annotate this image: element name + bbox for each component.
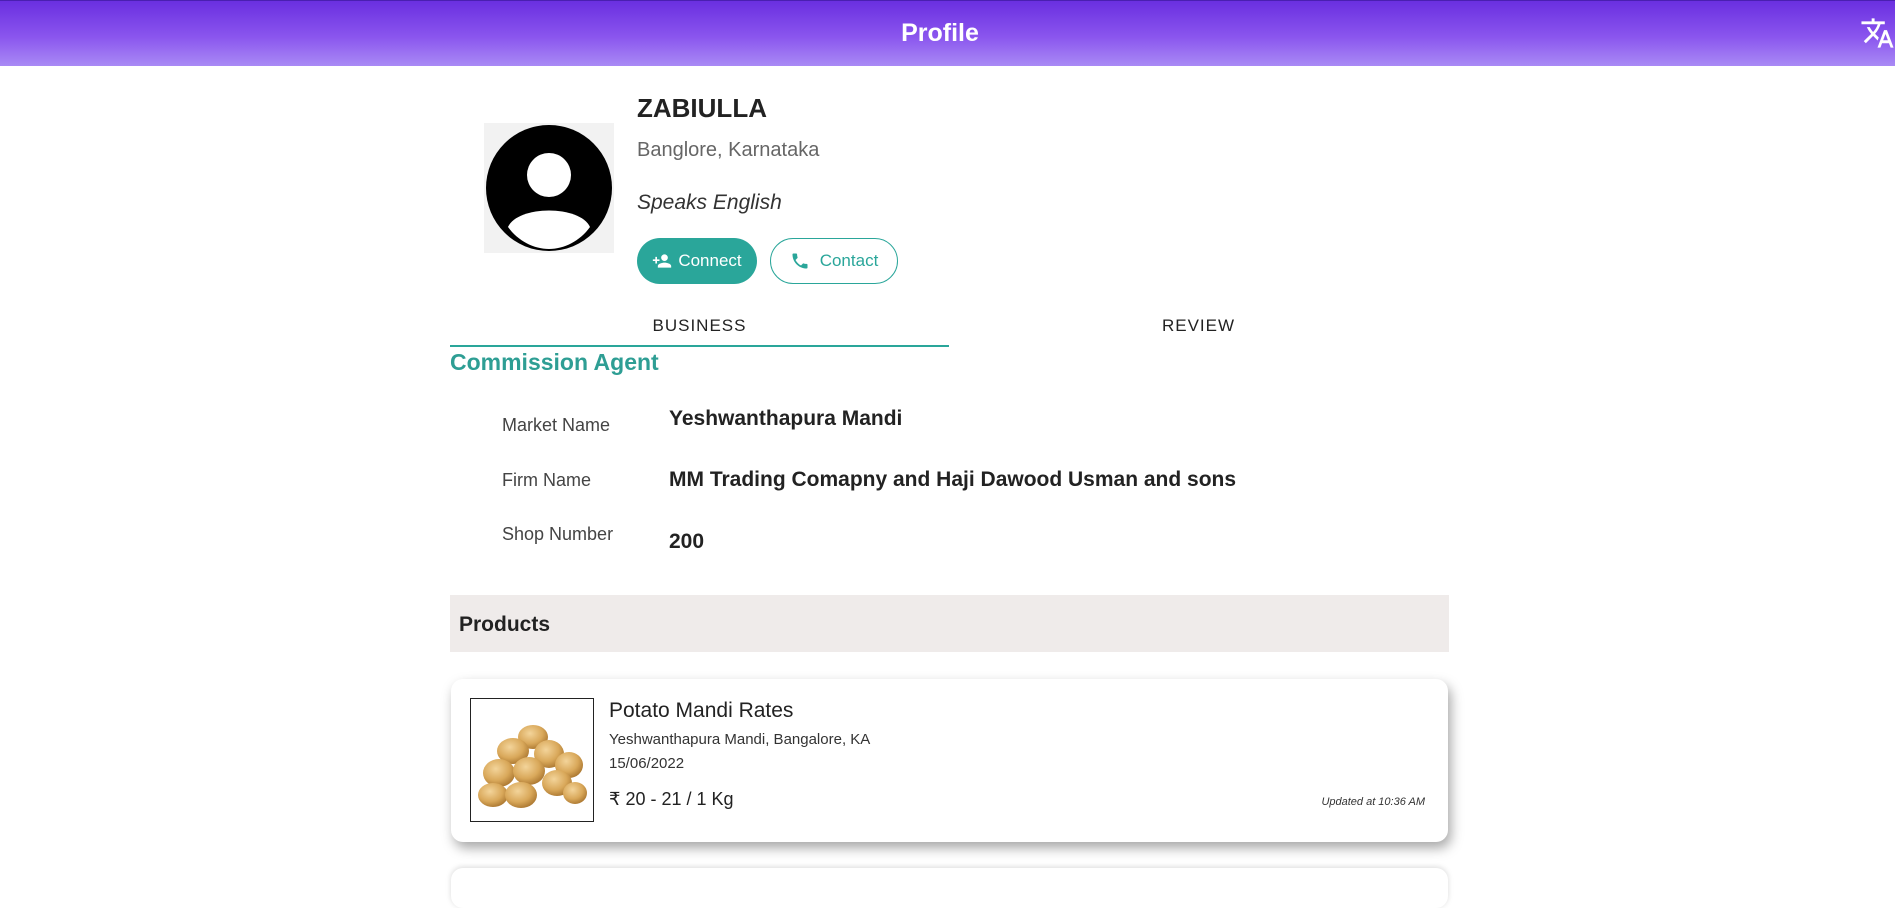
potato-icon bbox=[478, 725, 587, 808]
products-section-header: Products bbox=[450, 595, 1449, 652]
tab-business[interactable]: BUSINESS bbox=[450, 316, 949, 336]
connect-label: Connect bbox=[678, 251, 742, 270]
firm-name-label: Firm Name bbox=[502, 470, 591, 490]
shop-number-label: Shop Number bbox=[502, 524, 614, 544]
profile-languages: Speaks English bbox=[637, 191, 782, 214]
phone-icon bbox=[792, 253, 808, 269]
business-role: Commission Agent bbox=[450, 349, 659, 375]
contact-label: Contact bbox=[819, 251, 879, 270]
active-tab-indicator bbox=[450, 345, 949, 347]
account-circle-icon bbox=[486, 125, 612, 251]
market-name-label: Market Name bbox=[502, 415, 611, 435]
product-title: Potato Mandi Rates bbox=[609, 699, 794, 722]
product-price: ₹ 20 - 21 / 1 Kg bbox=[609, 789, 734, 809]
potato-image bbox=[470, 698, 594, 822]
tab-review[interactable]: REVIEW bbox=[949, 316, 1448, 336]
translate-icon[interactable] bbox=[1860, 15, 1895, 55]
page-title: Profile bbox=[901, 19, 979, 47]
avatar bbox=[484, 123, 614, 253]
shop-number-value: 200 bbox=[669, 530, 705, 553]
person-add-icon bbox=[653, 254, 672, 268]
product-card[interactable]: Potato Mandi Rates Yeshwanthapura Mandi,… bbox=[451, 679, 1448, 842]
market-name-value: Yeshwanthapura Mandi bbox=[669, 407, 903, 430]
connect-button[interactable]: Connect bbox=[637, 238, 757, 284]
firm-name-value: MM Trading Comapny and Haji Dawood Usman… bbox=[669, 468, 1237, 491]
profile-location: Banglore, Karnataka bbox=[637, 139, 820, 161]
products-heading: Products bbox=[459, 613, 551, 636]
contact-button[interactable]: Contact bbox=[770, 238, 898, 284]
product-card[interactable] bbox=[451, 868, 1448, 908]
product-date: 15/06/2022 bbox=[609, 755, 685, 772]
product-updated-time: Updated at 10:36 AM bbox=[1321, 796, 1425, 808]
profile-name: ZABIULLA bbox=[637, 93, 767, 123]
app-bar: Profile bbox=[0, 0, 1895, 66]
product-market: Yeshwanthapura Mandi, Bangalore, KA bbox=[609, 731, 871, 748]
